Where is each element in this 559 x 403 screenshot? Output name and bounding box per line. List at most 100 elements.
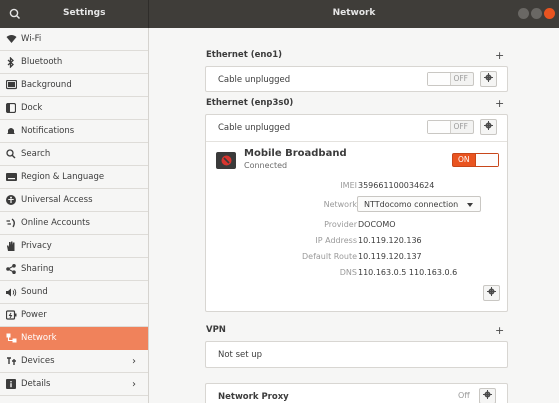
window-controls [518, 8, 555, 19]
chevron-right-icon: › [132, 355, 136, 367]
sidebar-item-online-accounts[interactable]: Online Accounts [0, 212, 148, 235]
sidebar-item-privacy[interactable]: Privacy [0, 235, 148, 258]
sidebar-item-wifi[interactable]: Wi-Fi [0, 28, 148, 51]
sidebar-item-label: Universal Access [21, 195, 93, 205]
sidebar-item-label: Wi-Fi [21, 34, 42, 44]
sidebar-item-search[interactable]: Search [0, 143, 148, 166]
sidebar-item-label: Sharing [21, 264, 54, 274]
search-icon [5, 148, 17, 160]
network-icon [5, 332, 17, 344]
chevron-down-icon [467, 203, 473, 207]
sidebar-item-sound[interactable]: Sound [0, 281, 148, 304]
sidebar-item-label: Sound [21, 287, 48, 297]
minimize-icon[interactable] [518, 8, 529, 19]
toggle-label: ON [458, 155, 470, 164]
gear-icon [483, 390, 492, 402]
sidebar-item-label: Notifications [21, 126, 75, 136]
mobile-broadband-icon [216, 152, 236, 169]
background-icon [5, 79, 17, 91]
gear-icon [484, 73, 493, 85]
search-icon[interactable] [8, 7, 22, 21]
sidebar-item-label: Online Accounts [21, 218, 90, 228]
speaker-icon [5, 286, 17, 298]
sidebar-item-devices[interactable]: Devices › [0, 350, 148, 373]
network-select[interactable]: NTTdocomo connection [357, 196, 481, 212]
mobile-broadband-settings-button[interactable] [483, 285, 500, 301]
sidebar-item-region-language[interactable]: Region & Language [0, 166, 148, 189]
power-icon [5, 309, 17, 321]
close-icon[interactable] [544, 8, 555, 19]
sidebar-item-label: Search [21, 149, 51, 159]
ethernet-enp3s0-title: Ethernet (enp3s0) [206, 98, 294, 108]
bell-icon [5, 125, 17, 137]
ethernet-eno1-row: Cable unplugged OFF [205, 66, 508, 92]
hand-icon [5, 240, 17, 252]
sidebar-item-label: Dock [21, 103, 43, 113]
ip-address-label: IP Address [315, 236, 357, 245]
share-icon [5, 263, 17, 275]
ethernet-eno1-status: Cable unplugged [218, 75, 291, 85]
ethernet-eno1-title: Ethernet (eno1) [206, 50, 283, 60]
sidebar-item-network[interactable]: Network [0, 327, 148, 350]
network-proxy-status: Off [458, 391, 470, 400]
wifi-icon [5, 33, 17, 45]
sidebar-item-label: Network [21, 333, 57, 343]
gear-icon [487, 287, 496, 299]
sidebar: Wi-Fi Bluetooth Background Dock Notifica… [0, 28, 149, 403]
add-vpn-button[interactable]: + [495, 324, 504, 337]
sidebar-item-details[interactable]: Details › [0, 373, 148, 396]
ip-address-value: 10.119.120.136 [358, 236, 422, 245]
header-bar: Settings Network [0, 0, 559, 28]
accessibility-icon [5, 194, 17, 206]
sidebar-item-label: Power [21, 310, 47, 320]
mobile-broadband-title: Mobile Broadband [244, 148, 347, 159]
ethernet-enp3s0-card: Cable unplugged OFF [205, 114, 508, 312]
toggle-label: OFF [453, 74, 468, 83]
sidebar-item-universal-access[interactable]: Universal Access [0, 189, 148, 212]
sidebar-item-label: Details [21, 379, 51, 389]
provider-label: Provider [324, 220, 357, 229]
ethernet-eno1-toggle[interactable]: OFF [427, 72, 474, 86]
toggle-knob [475, 154, 498, 166]
toggle-knob [428, 73, 451, 85]
chevron-right-icon: › [132, 378, 136, 390]
mobile-broadband-status: Connected [244, 161, 288, 170]
network-label: Network [323, 200, 357, 209]
network-proxy-settings-button[interactable] [479, 388, 496, 403]
default-route-label: Default Route [302, 252, 357, 261]
network-select-value: NTTdocomo connection [364, 200, 459, 209]
sidebar-item-sharing[interactable]: Sharing [0, 258, 148, 281]
sidebar-item-dock[interactable]: Dock [0, 97, 148, 120]
keyboard-icon [5, 171, 17, 183]
bluetooth-icon [5, 56, 17, 68]
gear-icon [484, 121, 493, 133]
sidebar-item-power[interactable]: Power [0, 304, 148, 327]
toggle-label: OFF [453, 122, 468, 131]
add-ethernet-eno1-button[interactable]: + [495, 49, 504, 62]
network-proxy-title: Network Proxy [218, 392, 289, 402]
ethernet-eno1-settings-button[interactable] [480, 71, 497, 87]
page-title: Network [332, 8, 376, 18]
mobile-broadband-toggle[interactable]: ON [452, 153, 499, 167]
dns-label: DNS [339, 268, 357, 277]
add-ethernet-enp3s0-button[interactable]: + [495, 97, 504, 110]
network-panel: Ethernet (eno1) + Cable unplugged OFF Et… [149, 28, 559, 403]
sidebar-item-notifications[interactable]: Notifications [0, 120, 148, 143]
ethernet-enp3s0-status: Cable unplugged [218, 123, 291, 133]
dock-icon [5, 102, 17, 114]
settings-title: Settings [63, 8, 106, 18]
sidebar-item-bluetooth[interactable]: Bluetooth [0, 51, 148, 74]
vpn-status: Not set up [218, 350, 263, 360]
sidebar-item-label: Privacy [21, 241, 52, 251]
imei-label: IMEI [340, 181, 357, 190]
dns-value: 110.163.0.5 110.163.0.6 [358, 268, 458, 277]
sidebar-item-background[interactable]: Background [0, 74, 148, 97]
row-divider [206, 141, 507, 142]
sidebar-item-label: Devices [21, 356, 55, 366]
ethernet-enp3s0-toggle[interactable]: OFF [427, 120, 474, 134]
sidebar-item-label: Background [21, 80, 72, 90]
imei-value: 359661100034624 [358, 181, 435, 190]
ethernet-enp3s0-settings-button[interactable] [480, 119, 497, 135]
default-route-value: 10.119.120.137 [358, 252, 422, 261]
maximize-icon[interactable] [531, 8, 542, 19]
